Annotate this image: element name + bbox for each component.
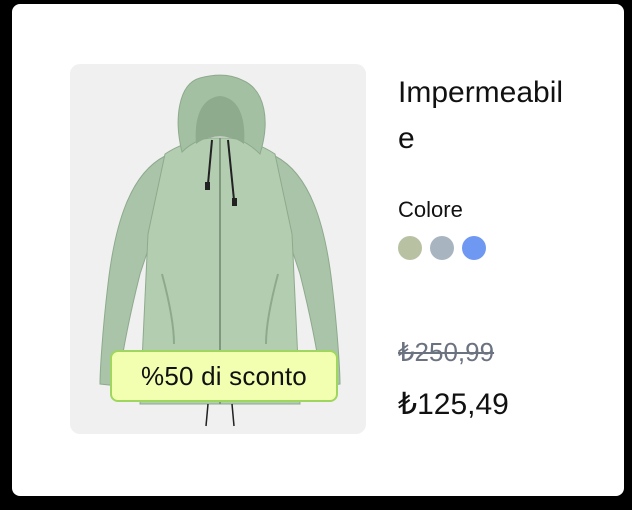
color-swatches: [398, 236, 486, 260]
color-swatch-sage[interactable]: [398, 236, 422, 260]
discount-badge: %50 di sconto: [110, 350, 338, 402]
color-swatch-blue[interactable]: [462, 236, 486, 260]
sale-price: ₺125,49: [398, 388, 509, 421]
product-card: %50 di sconto Impermeabile Colore ₺250,9…: [12, 4, 624, 496]
color-label: Colore: [398, 197, 463, 222]
original-price: ₺250,99: [398, 337, 495, 367]
product-title: Impermeabile: [398, 76, 564, 155]
product-image[interactable]: %50 di sconto: [70, 64, 366, 434]
color-swatch-grey-blue[interactable]: [430, 236, 454, 260]
